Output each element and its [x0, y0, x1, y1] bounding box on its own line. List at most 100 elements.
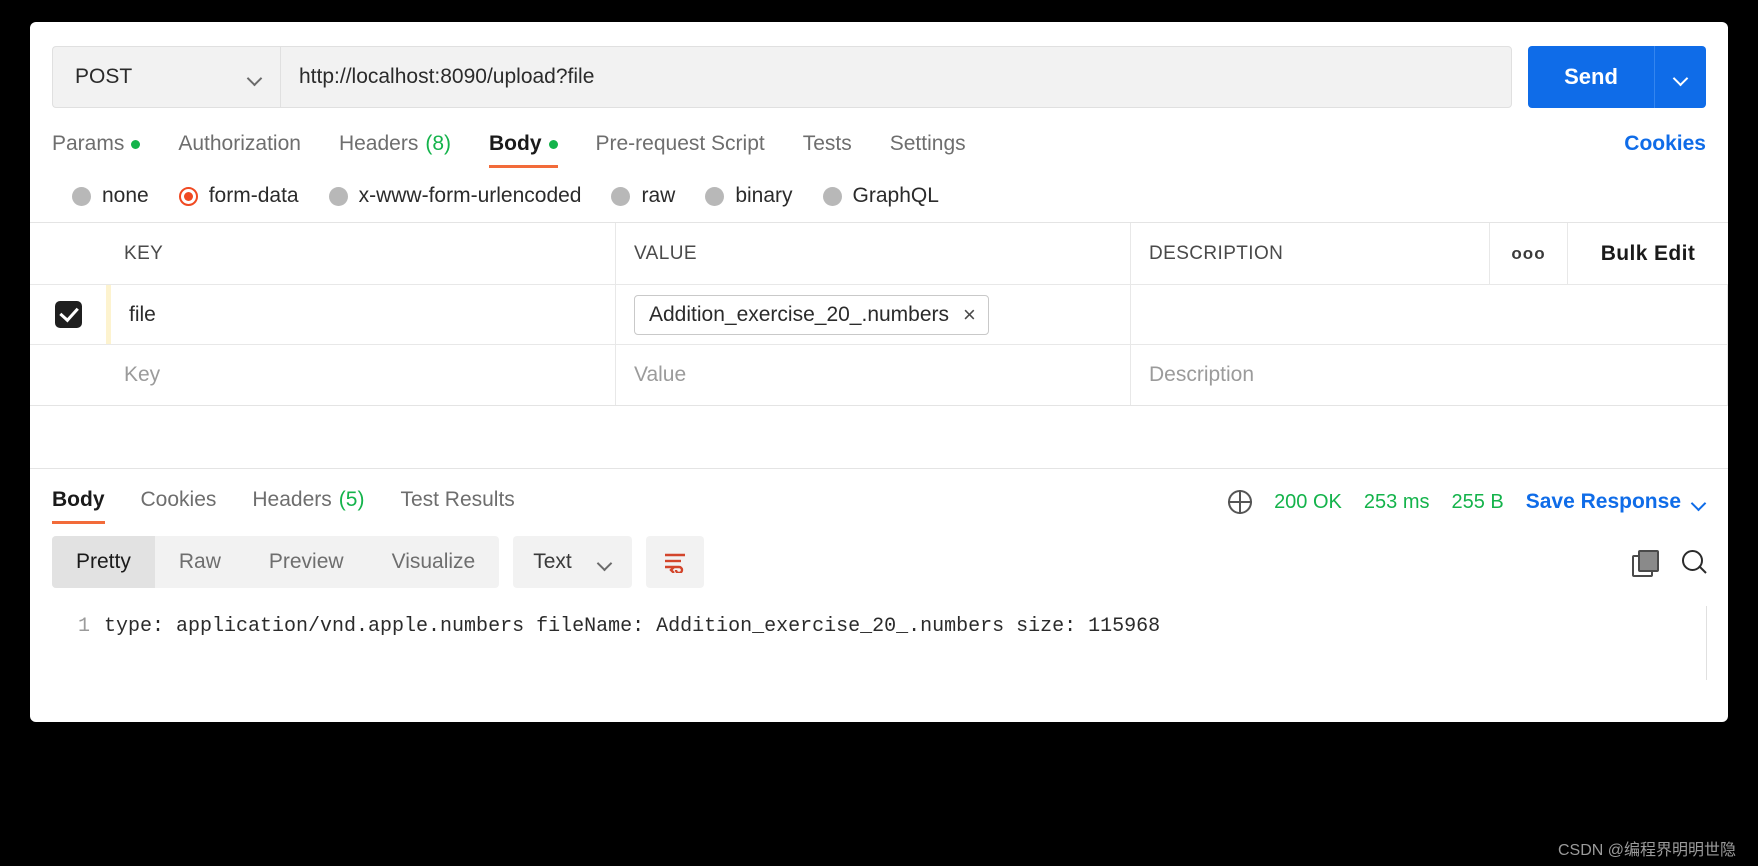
tab-body[interactable]: Body — [489, 132, 558, 168]
radio-icon — [72, 187, 91, 206]
tab-label: Cookies — [141, 488, 217, 512]
body-type-x-www-form-urlencoded[interactable]: x-www-form-urlencoded — [329, 184, 582, 208]
radio-label: x-www-form-urlencoded — [359, 184, 582, 208]
body-type-radio-group: none form-data x-www-form-urlencoded raw… — [30, 168, 1728, 222]
viewer-mode-visualize[interactable]: Visualize — [368, 536, 500, 588]
vertical-scrollbar[interactable] — [1706, 606, 1718, 680]
tab-label: Body — [489, 132, 542, 156]
header-description: DESCRIPTION — [1131, 223, 1490, 284]
tab-label: Headers — [339, 132, 418, 156]
header-value: VALUE — [616, 223, 1131, 284]
tab-params[interactable]: Params — [52, 132, 140, 168]
url-bar: POST http://localhost:8090/upload?file S… — [30, 22, 1728, 114]
cookies-link[interactable]: Cookies — [1624, 132, 1706, 168]
radio-icon — [705, 187, 724, 206]
body-type-form-data[interactable]: form-data — [179, 184, 299, 208]
file-chip[interactable]: Addition_exercise_20_.numbers × — [634, 295, 989, 335]
body-type-raw[interactable]: raw — [611, 184, 675, 208]
header-key: KEY — [106, 223, 616, 284]
response-viewer-toolbar: Pretty Raw Preview Visualize Text — [30, 524, 1728, 600]
response-tab-cookies[interactable]: Cookies — [141, 488, 217, 524]
table-empty-row: Key Value Description — [30, 345, 1728, 405]
status-badge: 200 OK — [1274, 491, 1342, 514]
chevron-down-icon — [598, 558, 612, 567]
viewer-mode-preview[interactable]: Preview — [245, 536, 368, 588]
empty-description-placeholder: Description — [1149, 363, 1254, 387]
viewer-mode-pretty[interactable]: Pretty — [52, 536, 155, 588]
tab-count: (8) — [425, 132, 451, 156]
radio-label: form-data — [209, 184, 299, 208]
form-data-table: KEY VALUE DESCRIPTION ooo Bulk Edit file… — [30, 222, 1728, 406]
request-tabs: Params Authorization Headers (8) Body Pr… — [30, 114, 1728, 168]
body-type-none[interactable]: none — [72, 184, 149, 208]
bulk-edit-label: Bulk Edit — [1601, 242, 1696, 266]
empty-value-placeholder: Value — [634, 363, 686, 387]
response-tab-headers[interactable]: Headers (5) — [252, 488, 364, 524]
empty-description-input[interactable]: Description — [1131, 345, 1728, 405]
save-response-button[interactable]: Save Response — [1526, 490, 1706, 514]
table-row: file Addition_exercise_20_.numbers × — [30, 285, 1728, 345]
response-time: 253 ms — [1364, 491, 1430, 514]
empty-key-input[interactable]: Key — [106, 345, 616, 405]
tab-headers[interactable]: Headers (8) — [339, 132, 451, 168]
row-value-cell[interactable]: Addition_exercise_20_.numbers × — [616, 285, 1131, 344]
body-type-graphql[interactable]: GraphQL — [823, 184, 939, 208]
watermark: CSDN @编程界明明世隐 — [1558, 836, 1736, 860]
row-key-input[interactable]: file — [111, 285, 616, 344]
row-checkbox[interactable] — [55, 301, 82, 328]
chevron-down-icon — [1692, 498, 1706, 507]
format-select-value: Text — [533, 550, 572, 574]
modified-dot-icon — [131, 140, 140, 149]
http-method-selector[interactable]: POST — [52, 46, 280, 108]
row-key-text: file — [129, 303, 156, 327]
save-response-label: Save Response — [1526, 490, 1681, 514]
empty-value-input[interactable]: Value — [616, 345, 1131, 405]
empty-key-placeholder: Key — [124, 363, 160, 387]
header-checkbox-cell — [30, 223, 106, 284]
response-tab-body[interactable]: Body — [52, 488, 105, 524]
radio-label: raw — [641, 184, 675, 208]
file-chip-label: Addition_exercise_20_.numbers — [649, 303, 949, 327]
response-body-viewer: 1 type: application/vnd.apple.numbers fi… — [30, 600, 1728, 646]
chevron-down-icon — [248, 73, 262, 82]
tab-settings[interactable]: Settings — [890, 132, 966, 168]
viewer-actions — [1632, 550, 1706, 574]
response-tab-test-results[interactable]: Test Results — [400, 488, 514, 524]
wrap-lines-button[interactable] — [646, 536, 704, 588]
chevron-down-icon — [1674, 73, 1688, 82]
radio-icon — [823, 187, 842, 206]
tab-label: Params — [52, 132, 124, 156]
tab-label: Pre-request Script — [596, 132, 765, 156]
table-options-button[interactable]: ooo — [1490, 223, 1568, 284]
radio-label: binary — [735, 184, 792, 208]
response-body-text[interactable]: type: application/vnd.apple.numbers file… — [104, 608, 1160, 646]
tab-label: Settings — [890, 132, 966, 156]
response-size: 255 B — [1451, 491, 1503, 514]
bulk-edit-button[interactable]: Bulk Edit — [1568, 223, 1728, 284]
url-input[interactable]: http://localhost:8090/upload?file — [280, 46, 1512, 108]
row-description-input[interactable] — [1131, 285, 1728, 344]
send-group: Send — [1528, 46, 1706, 108]
tab-tests[interactable]: Tests — [803, 132, 852, 168]
send-button[interactable]: Send — [1528, 46, 1654, 108]
radio-label: none — [102, 184, 149, 208]
radio-selected-icon — [179, 187, 198, 206]
tab-label: Headers — [252, 488, 331, 512]
table-spacer — [30, 406, 1728, 468]
tab-label: Tests — [803, 132, 852, 156]
close-icon[interactable]: × — [963, 304, 976, 326]
body-type-binary[interactable]: binary — [705, 184, 792, 208]
viewer-mode-raw[interactable]: Raw — [155, 536, 245, 588]
row-checkbox-cell — [30, 285, 106, 344]
copy-icon[interactable] — [1632, 550, 1656, 574]
tab-pre-request-script[interactable]: Pre-request Script — [596, 132, 765, 168]
search-icon[interactable] — [1682, 550, 1706, 574]
response-tabs: Body Cookies Headers (5) Test Results 20… — [30, 468, 1728, 524]
format-select[interactable]: Text — [513, 536, 632, 588]
modified-dot-icon — [549, 140, 558, 149]
send-options-button[interactable] — [1654, 46, 1706, 108]
radio-icon — [611, 187, 630, 206]
tab-authorization[interactable]: Authorization — [178, 132, 301, 168]
tab-label: Body — [52, 488, 105, 512]
more-options-icon: ooo — [1511, 244, 1545, 264]
